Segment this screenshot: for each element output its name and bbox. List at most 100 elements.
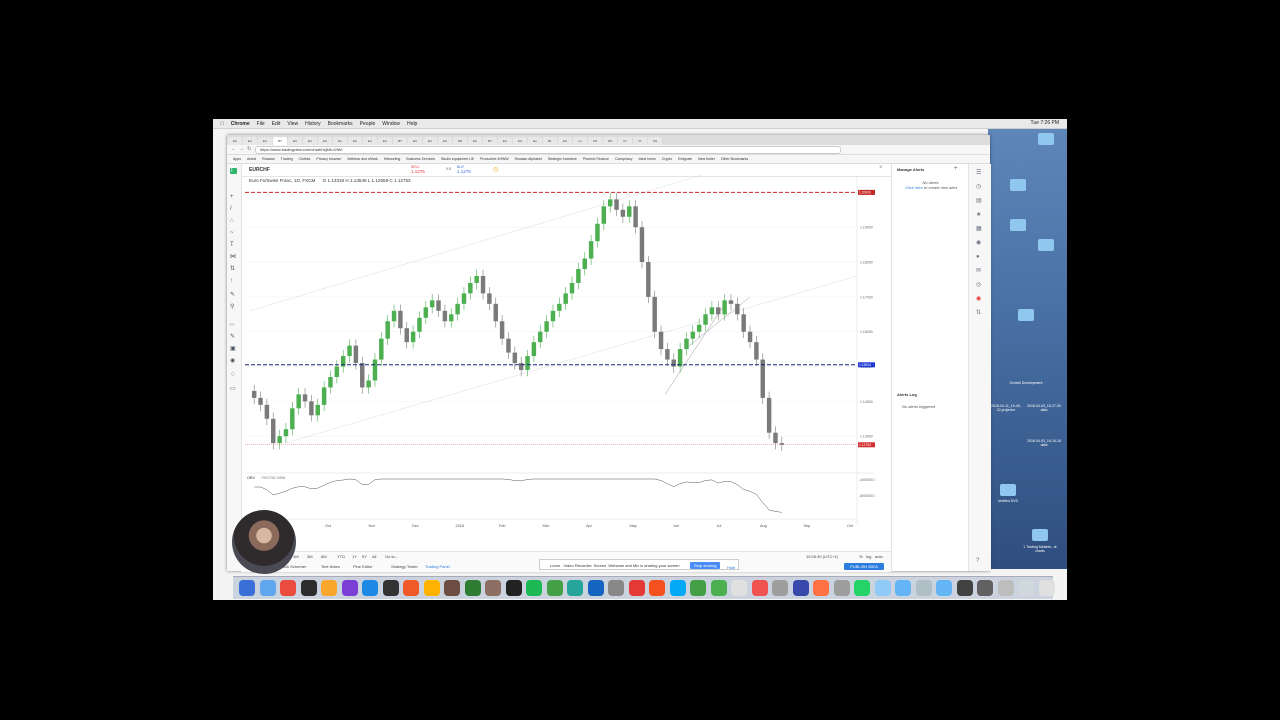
symbol-search[interactable]: EURCHF [249, 167, 270, 173]
prediction-icon[interactable]: ⇅ [230, 266, 237, 272]
desktop-label[interactable]: Untitled DVD [990, 499, 1026, 503]
pitchfork-icon[interactable]: ∴ [230, 218, 237, 224]
dock-app-icon[interactable] [444, 580, 460, 596]
desktop-folder-icon[interactable] [1010, 179, 1026, 191]
scale-percent[interactable]: % [859, 554, 863, 559]
desktop-label[interactable]: Growth Development [1008, 381, 1044, 385]
dock-app-icon[interactable] [813, 580, 829, 596]
reload-icon[interactable]: ↻ [247, 146, 251, 152]
browser-tab[interactable]: EU [468, 137, 482, 145]
dock-app-icon[interactable] [526, 580, 542, 596]
desktop-folder-icon[interactable] [1038, 133, 1054, 145]
dock-app-icon[interactable] [956, 580, 973, 596]
desktop-label[interactable]: 2018-04-11_19-45-22.projector [988, 404, 1024, 412]
bookmark-item[interactable]: Russian [262, 157, 275, 161]
add-alert-icon[interactable]: + [954, 166, 958, 172]
bookmark-item[interactable]: Other Bookmarks [721, 157, 748, 161]
bookmark-item[interactable]: Strategic Investme [548, 157, 577, 161]
browser-tab[interactable]: EU [558, 137, 572, 145]
browser-tab[interactable]: EU [318, 137, 332, 145]
calendar-icon[interactable]: ▦ [976, 226, 983, 232]
browser-tab[interactable]: BT [483, 137, 497, 145]
browser-tab[interactable]: EU [303, 137, 317, 145]
menu-edit[interactable]: Edit [272, 121, 281, 127]
browser-tab[interactable]: BT [393, 137, 407, 145]
sell-button[interactable]: SELL 1.1275 [411, 165, 443, 174]
ideas-icon[interactable]: ◉ [976, 240, 983, 246]
stay-drawing-icon[interactable]: ✎ [230, 334, 237, 340]
bookmark-item[interactable]: Business Services [406, 157, 435, 161]
range-5y[interactable]: 5Y [362, 554, 367, 559]
dock-app-icon[interactable] [1018, 580, 1034, 596]
browser-tab[interactable]: CN [588, 137, 602, 145]
trendline-icon[interactable]: / [230, 206, 237, 212]
menu-people[interactable]: People [360, 121, 376, 127]
dock-app-icon[interactable] [854, 580, 870, 596]
browser-tab[interactable]: EU [498, 137, 512, 145]
browser-tab[interactable]: EU [513, 137, 527, 145]
dock-app-icon[interactable] [792, 580, 809, 596]
desktop-label[interactable]: 2018-04-03_15-17-00 data [1026, 404, 1062, 412]
bookmark-item[interactable]: Privacy browser [316, 157, 341, 161]
chats-icon[interactable]: ✉ [976, 268, 983, 274]
menu-view[interactable]: View [287, 121, 298, 127]
range-3m[interactable]: 3M [307, 554, 313, 559]
browser-tab[interactable]: BT [273, 137, 287, 145]
buy-button[interactable]: BUY 1.1275 [457, 165, 489, 174]
tv-logo-icon[interactable]: T [230, 168, 237, 174]
browser-tab[interactable]: EU [228, 137, 242, 145]
zoom-icon[interactable]: ⚲ [230, 304, 237, 310]
dock-app-icon[interactable] [587, 580, 604, 596]
dock-app-icon[interactable] [382, 580, 399, 596]
create-alert-link[interactable]: Click here [905, 185, 923, 190]
bookmark-item[interactable]: Russian Alphabet [515, 157, 542, 161]
tab-trading-panel[interactable]: Trading Panel [425, 564, 450, 569]
dock-app-icon[interactable] [423, 580, 440, 596]
bookmark-item[interactable]: Webinar and eMark [347, 157, 377, 161]
range-1m[interactable]: 1M [293, 554, 299, 559]
eye-icon[interactable]: ◉ [230, 358, 237, 364]
address-bar[interactable]: https://www.tradingview.com/chart/hsjMh-… [255, 146, 841, 154]
dock-app-icon[interactable] [874, 580, 891, 596]
dock-app-icon[interactable] [239, 580, 255, 596]
bookmark-item[interactable]: Crypto [662, 157, 672, 161]
streams-icon[interactable]: ● [976, 254, 983, 260]
apple-icon[interactable]:  [220, 121, 224, 127]
browser-tab[interactable]: Ru [333, 137, 347, 145]
dock-app-icon[interactable] [341, 580, 358, 596]
desktop-folder-icon[interactable] [1032, 529, 1048, 541]
browser-tab[interactable]: EU [438, 137, 452, 145]
browser-tab[interactable]: EU [288, 137, 302, 145]
range-ytd[interactable]: YTD [337, 554, 345, 559]
dock-app-icon[interactable] [321, 580, 337, 596]
desktop-folder-icon[interactable] [1018, 309, 1034, 321]
ruler-icon[interactable]: ✎ [230, 292, 237, 298]
bookmark-item[interactable]: Antral [247, 157, 256, 161]
bookmark-item[interactable]: Clothes [299, 157, 311, 161]
dock-app-icon[interactable] [731, 580, 747, 596]
dock-app-icon[interactable] [915, 580, 932, 596]
menu-help[interactable]: Help [407, 121, 417, 127]
dock-app-icon[interactable] [280, 580, 296, 596]
publish-idea-button[interactable]: PUBLISH IDEA [844, 563, 884, 570]
dock-app-icon[interactable] [690, 580, 706, 596]
browser-tab[interactable]: EU [363, 137, 377, 145]
browser-tab[interactable]: ND [453, 137, 467, 145]
dock-app-icon[interactable] [649, 580, 665, 596]
browser-tab[interactable]: Pr [633, 137, 647, 145]
dock-app-icon[interactable] [485, 580, 501, 596]
bookmark-item[interactable]: Phoenix Finance [583, 157, 609, 161]
browser-tab[interactable]: BL [543, 137, 557, 145]
bookmark-item[interactable]: Trading [281, 157, 293, 161]
dock-app-icon[interactable] [300, 580, 317, 596]
dock-app-icon[interactable] [259, 580, 276, 596]
menu-file[interactable]: File [257, 121, 265, 127]
notifications-icon[interactable]: ◎ [976, 282, 983, 288]
browser-tab[interactable]: EU [408, 137, 422, 145]
layers-icon[interactable]: ♢ [230, 372, 237, 378]
dock-app-icon[interactable] [772, 580, 788, 596]
desktop-folder-icon[interactable] [1038, 239, 1054, 251]
arrow-icon[interactable]: ↑ [230, 278, 237, 284]
alerts-icon[interactable]: ◷ [976, 184, 983, 190]
dock-app-icon[interactable] [362, 580, 378, 596]
